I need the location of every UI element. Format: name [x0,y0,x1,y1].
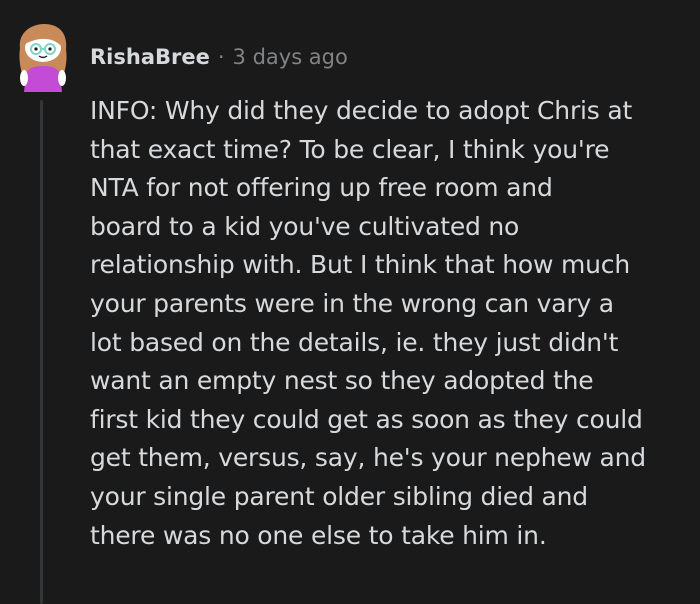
comment-body-line: there was no one else to take him in. [90,520,547,550]
comment-header: RishaBree · 3 days ago [90,40,348,74]
comment-body-line: board to a kid you've cultivated no [90,211,520,241]
comment-body-line: first kid they could get as soon as they… [90,404,643,434]
comment-body-line: get them, versus, say, he's your nephew … [90,443,646,473]
comment-body-line: want an empty nest so they adopted the [90,366,594,396]
comment-body-line: relationship with. But I think that how … [90,250,630,280]
comment-body-line: your single parent older sibling died an… [90,481,588,511]
comment-body-line: NTA for not offering up free room and [90,173,553,203]
username-link[interactable]: RishaBree [90,45,210,69]
comment-body-line: INFO: Why did they decide to adopt Chris… [90,96,633,125]
comment-body-line: your parents were in the wrong can vary … [90,288,614,318]
thread-collapse-line[interactable] [40,100,43,604]
separator-dot: · [217,45,225,69]
comment-body: INFO: Why did they decide to adopt Chris… [90,92,680,555]
comment-body-line: that exact time? To be clear, I think yo… [90,134,610,164]
comment: RishaBree · 3 days ago INFO: Why did the… [0,0,700,604]
user-avatar[interactable] [10,14,76,94]
snoo-avatar-icon [19,14,67,92]
comment-timestamp[interactable]: 3 days ago [233,45,348,69]
comment-body-line: lot based on the details, ie. they just … [90,327,619,357]
